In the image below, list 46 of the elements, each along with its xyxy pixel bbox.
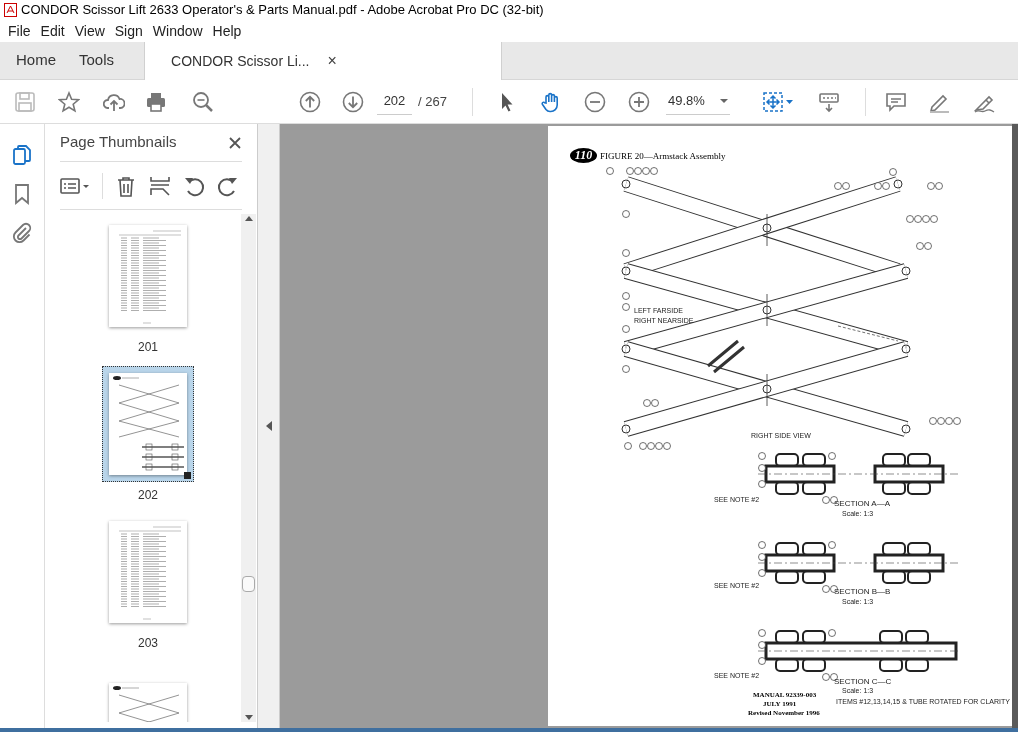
- zoom-in-icon[interactable]: [627, 90, 650, 113]
- collapse-icon[interactable]: [265, 421, 272, 431]
- drawing-label: SECTION A—A: [834, 500, 890, 508]
- options-icon[interactable]: [60, 175, 90, 196]
- tab[interactable]: CONDOR Scissor Li... ×: [144, 42, 503, 80]
- page-label: 201: [138, 339, 158, 356]
- menu-item[interactable]: File: [3, 20, 36, 42]
- trash-icon[interactable]: [115, 174, 137, 197]
- print-icon[interactable]: [145, 90, 167, 113]
- zoom-field[interactable]: 49.8%: [665, 88, 730, 115]
- drawing-label: SECTION B—B: [834, 588, 891, 596]
- menu-item[interactable]: Edit: [35, 20, 70, 42]
- fit-page-icon[interactable]: [761, 90, 794, 113]
- page-thumbnail[interactable]: [102, 366, 194, 482]
- menu-item[interactable]: Sign: [109, 20, 148, 42]
- window-title: CONDOR Scissor Lift 2633 Operator's & Parts Manual.pdf - Adobe Acrobat Pro DC (32-bit): [21, 1, 544, 20]
- drawing-label: SECTION C—C: [834, 678, 892, 686]
- star-icon[interactable]: [58, 90, 80, 113]
- panel-title: Page Thumbnails: [60, 132, 177, 153]
- scroll-down-icon[interactable]: [244, 715, 253, 720]
- figure-title: FIGURE 20—Armstack Assembly: [600, 150, 726, 163]
- close-button[interactable]: ×: [327, 49, 337, 73]
- comment-icon[interactable]: [884, 90, 907, 113]
- page-label: 202: [138, 487, 158, 504]
- zoom-out-icon[interactable]: [583, 90, 606, 113]
- page-number-field[interactable]: 202: [377, 88, 412, 115]
- figure-number: 110: [570, 148, 597, 163]
- scrollbar[interactable]: [241, 214, 256, 722]
- pdf-icon: [4, 3, 17, 17]
- paperclip-icon[interactable]: [11, 222, 33, 244]
- next-page-icon[interactable]: [342, 90, 364, 113]
- menu-item[interactable]: Help: [207, 20, 247, 42]
- pages-icon[interactable]: [11, 144, 33, 166]
- page-count: / 267: [418, 92, 447, 111]
- previous-page-icon[interactable]: [299, 90, 321, 113]
- read-mode-icon[interactable]: [817, 90, 840, 113]
- menu-item[interactable]: Window: [147, 20, 208, 42]
- scroll-thumb[interactable]: [242, 576, 255, 592]
- caret-icon: [719, 99, 728, 103]
- tab-label: CONDOR Scissor Li...: [171, 51, 310, 71]
- page-label: 203: [138, 635, 158, 652]
- insert-pages-icon[interactable]: [149, 174, 171, 197]
- zoom-out-icon[interactable]: [192, 90, 214, 113]
- menu-item[interactable]: View: [69, 20, 110, 42]
- close-icon[interactable]: [228, 135, 242, 150]
- scroll-up-icon[interactable]: [244, 216, 253, 221]
